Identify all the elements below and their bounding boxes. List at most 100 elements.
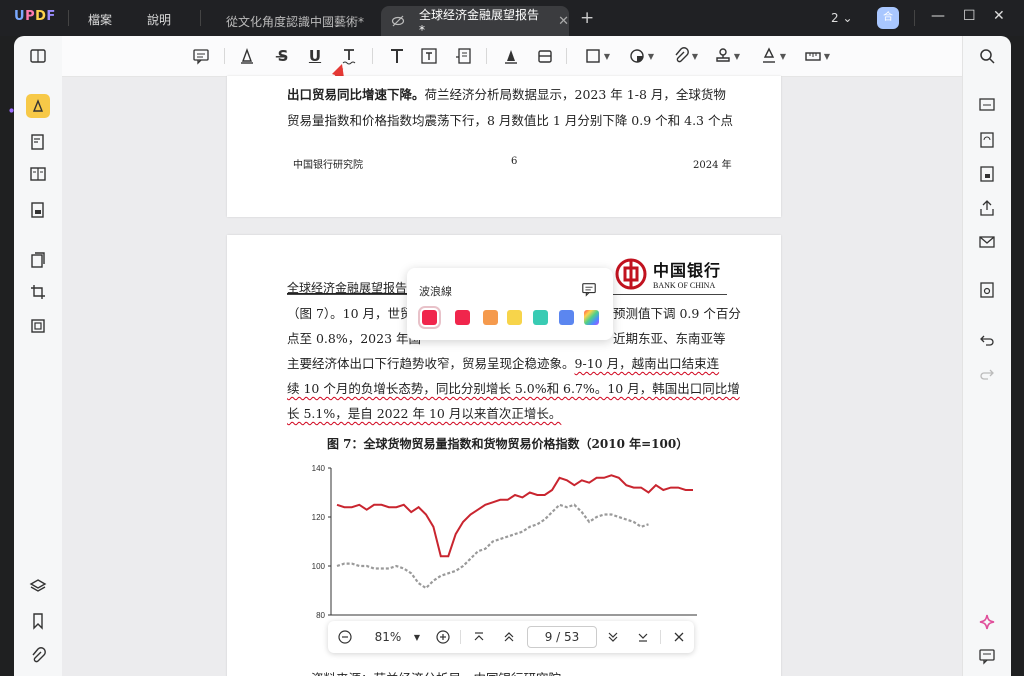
zoom-in-icon[interactable] [434,628,452,646]
comment-icon[interactable] [581,281,597,301]
highlight-tool-icon[interactable] [236,46,258,66]
y-tick-label: 120 [312,513,326,522]
ai-assistant-icon[interactable] [977,612,997,632]
measure-tool-icon[interactable]: ▼ [802,46,832,66]
color-swatch[interactable] [559,310,574,325]
new-tab-icon[interactable]: + [580,8,594,28]
color-swatch[interactable] [507,310,522,325]
series-line-2 [336,503,649,590]
zoom-level[interactable]: 81% [368,628,408,646]
edit-pdf-icon[interactable] [28,132,48,152]
next-page-icon[interactable] [604,628,622,646]
sticker-tool-icon[interactable]: ▼ [626,46,656,66]
avatar[interactable]: 合 [877,7,899,29]
layers-icon[interactable] [28,576,48,596]
source-note: 资料来源：荷兰经济分析局，中国银行研究院 [311,668,561,676]
divider [460,630,461,644]
tab-document-2[interactable]: 全球经济金融展望报告* ✕ [381,6,569,37]
ocr-tool-icon[interactable] [977,94,997,114]
para-fragment: 点至 0.8%，2023 年国 [287,331,422,346]
close-window-icon[interactable]: ✕ [993,8,1005,24]
menu-file[interactable]: 檔案 [88,11,112,28]
active-indicator-icon [8,100,14,120]
textbox-tool-icon[interactable] [418,46,440,66]
logo-en: BANK OF CHINA [653,281,716,290]
page-count-dropdown[interactable]: 2 ⌄ [831,11,853,25]
text-callout-tool-icon[interactable] [452,46,474,66]
close-nav-icon[interactable] [670,628,688,646]
color-swatch-selected[interactable] [418,306,441,329]
para-fragment: 近期东亚、东南亚等 [613,331,726,346]
squiggly-annotated-text[interactable]: 长 5.1%，是自 2022 年 10 月以来首次正增长。 [287,403,561,422]
y-tick-label: 80 [316,611,325,620]
footer-left: 中国银行研究院 [293,160,363,171]
search-icon[interactable] [977,46,997,66]
logo-cn: 中国银行 [653,261,722,280]
maximize-icon[interactable]: ☐ [963,8,976,24]
crop-icon[interactable] [28,282,48,302]
stamp-tool-icon[interactable]: ▼ [712,46,742,66]
organize-pages-icon[interactable] [28,250,48,270]
redo-icon[interactable] [977,364,997,384]
pdf-page-6: 出口贸易同比增速下降。荷兰经济分析局数据显示，2023 年 1-8 月，全球货物… [227,76,781,217]
minimize-icon[interactable]: — [931,8,945,24]
note-tool-icon[interactable] [190,46,212,66]
document-viewer[interactable]: S̶ U ▼ ▼ ▼ ▼ ▼ ▼ 出口贸易同比增速下降。荷兰经济分析局数据显示，… [62,36,962,676]
zoom-dropdown-icon[interactable]: ▼ [412,628,422,646]
eraser-tool-icon[interactable] [534,46,556,66]
zoom-out-icon[interactable] [336,628,354,646]
first-page-icon[interactable] [470,628,488,646]
email-icon[interactable] [977,232,997,252]
footer-page-number: 6 [511,156,518,167]
y-tick-label: 100 [312,562,326,571]
form-icon[interactable] [28,164,48,184]
save-icon[interactable] [977,280,997,300]
bank-of-china-logo-icon [615,258,647,289]
bookmark-icon[interactable] [28,611,48,631]
page-input[interactable]: 9 / 53 [527,626,597,648]
attachment-icon[interactable] [28,646,48,666]
divider [566,48,567,64]
page-text-line: 出口贸易同比增速下降。荷兰经济分析局数据显示，2023 年 1-8 月，全球货物 [287,84,726,103]
color-swatch[interactable] [533,310,548,325]
divider [486,48,487,64]
tab-document-1[interactable]: 從文化角度認識中國藝術* [214,6,382,36]
color-swatch[interactable] [455,310,470,325]
divider [914,10,915,26]
share-icon[interactable] [977,198,997,218]
comment-toolbar: S̶ U ▼ ▼ ▼ ▼ ▼ ▼ [62,36,962,77]
line-chart: 80 100 120 140 [312,464,697,620]
squiggly-annotated-text[interactable]: 9-10 月，越南出口结束连 [575,356,720,371]
title-bar: UPDF 檔案 說明 從文化角度認識中國藝術* 全球经济金融展望报告* ✕ + … [0,0,1024,37]
hide-icon[interactable] [391,14,405,28]
text-tool-icon[interactable] [386,46,408,66]
ocr-icon[interactable] [28,316,48,336]
y-tick-label: 140 [312,464,326,473]
convert-icon[interactable] [977,130,997,150]
comment-mode-icon[interactable] [26,94,50,118]
divider [660,630,661,644]
signature-tool-icon[interactable]: ▼ [758,46,788,66]
attachment-tool-icon[interactable]: ▼ [670,46,700,66]
undo-icon[interactable] [977,330,997,350]
previous-page-icon[interactable] [500,628,518,646]
menu-help[interactable]: 說明 [147,11,171,28]
protect-icon[interactable] [977,164,997,184]
line-text: 荷兰经济分析局数据显示，2023 年 1-8 月，全球货物 [424,87,726,102]
divider [372,48,373,64]
comments-panel-icon[interactable] [977,646,997,666]
close-tab-icon[interactable]: ✕ [558,14,569,29]
divider [200,10,201,26]
last-page-icon[interactable] [634,628,652,646]
color-swatch[interactable] [483,310,498,325]
shape-tool-icon[interactable]: ▼ [582,46,612,66]
color-swatch[interactable] [584,310,599,325]
page-navigation-bar: 81% ▼ 9 / 53 [328,621,694,653]
reader-icon[interactable] [28,46,48,66]
sign-icon[interactable] [28,200,48,220]
bank-logo: 中国银行 BANK OF CHINA [615,257,721,290]
squiggly-style-popup: 波浪線 [407,268,613,340]
pencil-tool-icon[interactable] [500,46,522,66]
squiggly-annotated-text[interactable]: 续 10 个月的负增长态势，同比分别增长 5.0%和 6.7%。10 月，韩国出… [287,378,740,397]
page-text-line: 主要经济体出口下行趋势收窄，贸易呈现企稳迹象。9-10 月，越南出口结束连 [287,353,719,372]
